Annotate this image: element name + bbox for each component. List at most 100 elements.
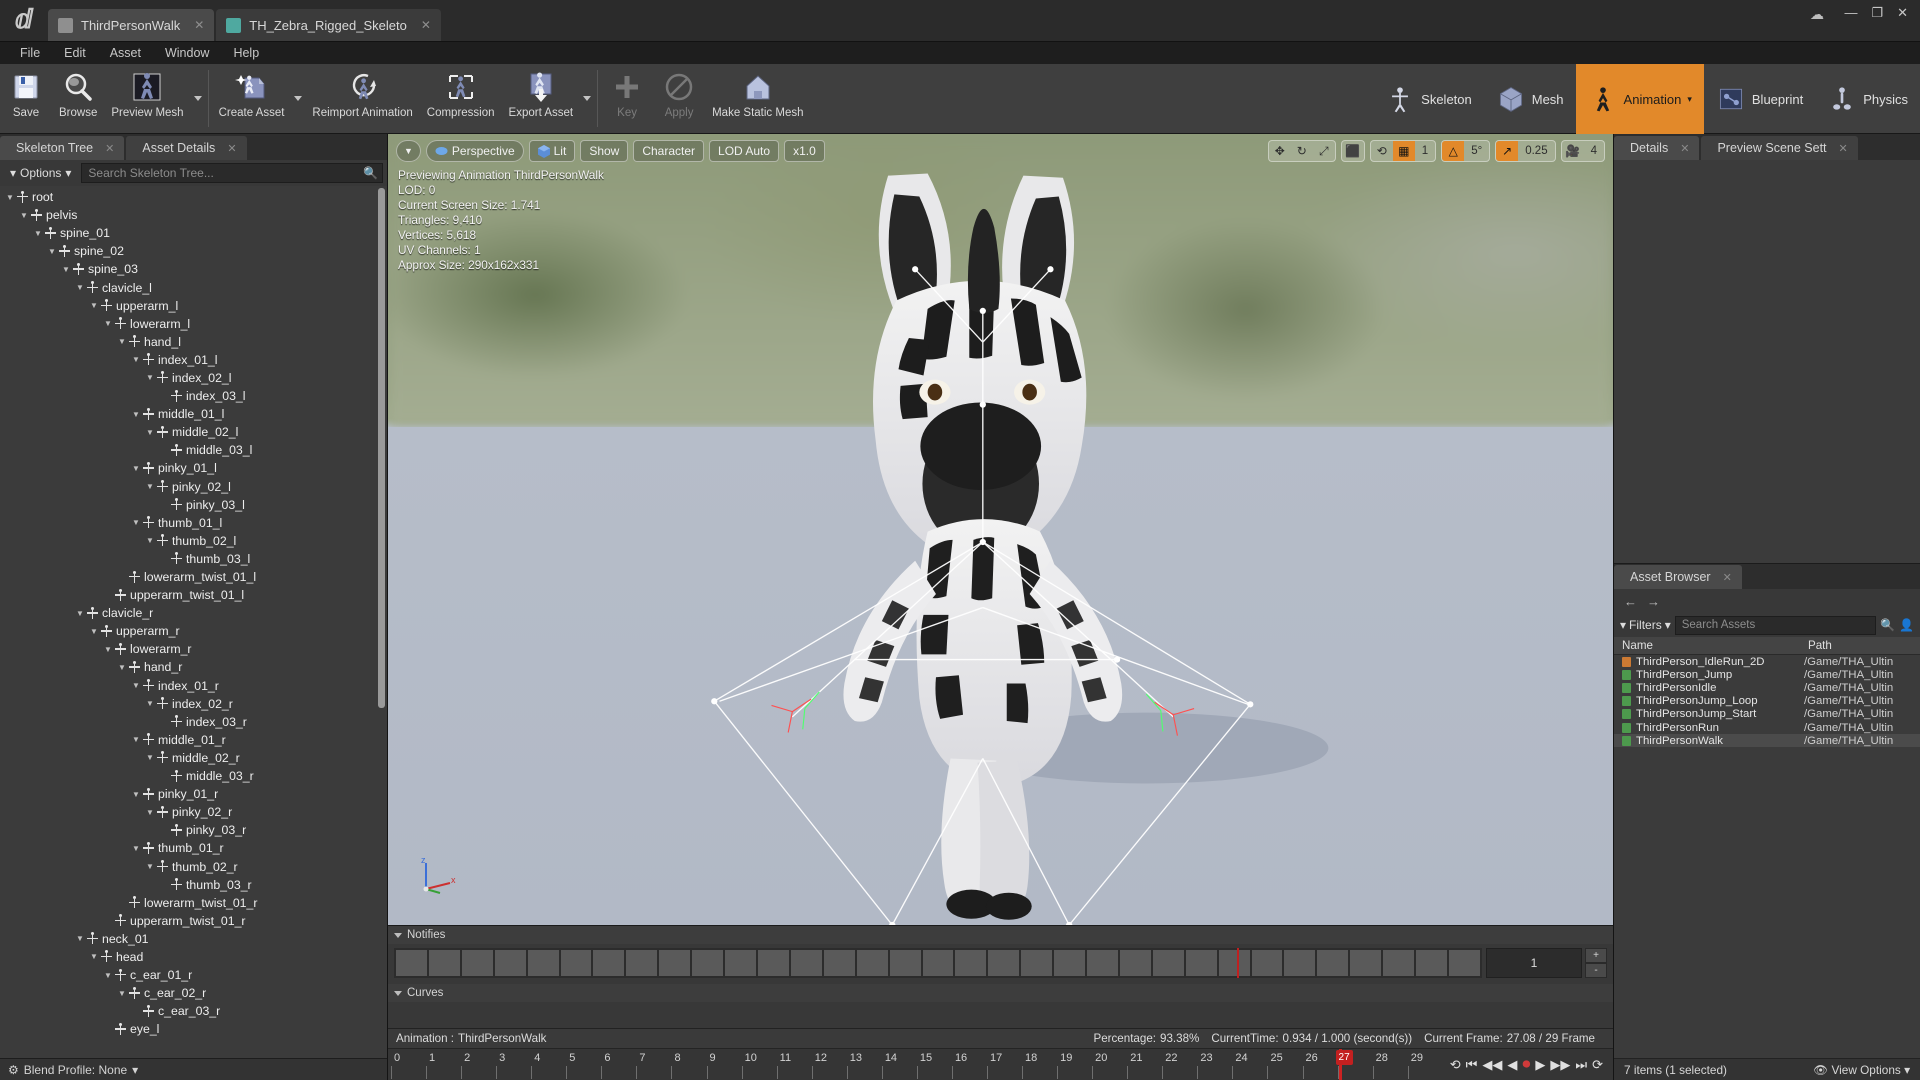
viewport-x1.0-button[interactable]: x1.0 [784,140,825,162]
chevron-down-icon[interactable] [191,64,205,133]
menu-file[interactable]: File [8,42,52,64]
curves-header[interactable]: Curves [388,984,1613,1002]
search-icon[interactable]: 🔍 [363,166,378,180]
asset-list-item[interactable]: ThirdPersonJump_Start/Game/THA_Ultin [1614,708,1920,721]
expand-triangle-icon[interactable]: ▼ [132,518,142,527]
preview-viewport[interactable]: ▼ Perspective Lit Show Character LOD Auto x1.0… [388,134,1613,925]
expand-triangle-icon[interactable]: ▼ [90,301,100,310]
notify-track-cell[interactable] [1383,950,1415,976]
notify-track[interactable] [394,948,1482,978]
grid-size-value[interactable]: 1 [1415,141,1435,161]
tab-preview-scene-sett[interactable]: Preview Scene Sett ✕ [1701,136,1858,160]
mode-blueprint[interactable]: Blueprint [1704,64,1815,134]
skip-to-end-button[interactable]: ⏭ [1575,1057,1587,1073]
chevron-down-icon[interactable] [580,64,594,133]
notify-track-cell[interactable] [1284,950,1316,976]
notify-track-cell[interactable] [1152,950,1184,976]
expand-triangle-icon[interactable]: ▼ [146,373,156,382]
notify-track-cell[interactable] [626,950,658,976]
mode-animation[interactable]: Animation ▾ [1575,64,1704,134]
column-header-path[interactable]: Path [1804,639,1920,652]
notify-track-cell[interactable] [757,950,789,976]
chevron-down-icon[interactable]: ▾ [1687,94,1692,105]
blend-profile-bar[interactable]: ⚙ Blend Profile: None ▾ [0,1058,387,1080]
bone-row[interactable]: ▼ pinky_02_l [0,478,387,496]
notify-track-cell[interactable] [889,950,921,976]
camera-speed-icon[interactable]: 🎥 [1562,141,1584,161]
rotation-snap-value[interactable]: 5° [1464,141,1489,161]
expand-triangle-icon[interactable]: ▼ [76,934,86,943]
bone-row[interactable]: ▼ head [0,948,387,966]
expand-triangle-icon[interactable]: ▼ [132,844,142,853]
notify-remove-button[interactable]: - [1585,963,1607,978]
bone-row[interactable]: ▼ upperarm_twist_01_r [0,912,387,930]
user-icon[interactable]: 👤 [1899,618,1914,632]
world-space-icon[interactable]: ⬛ [1342,141,1364,161]
notify-track-cell[interactable] [922,950,954,976]
expand-triangle-icon[interactable]: ▼ [6,193,16,202]
notify-track-cell[interactable] [1054,950,1086,976]
viewport-show-button[interactable]: Show [580,140,629,162]
expand-triangle-icon[interactable]: ▼ [132,681,142,690]
close-icon[interactable]: ✕ [1839,142,1848,155]
step-backward-button[interactable]: ◀◀ [1482,1057,1502,1073]
bone-row[interactable]: ▼ spine_02 [0,242,387,260]
play-button[interactable]: ▶ [1535,1057,1545,1073]
bone-row[interactable]: ▼ index_03_l [0,387,387,405]
rotation-snap-icon[interactable]: △ [1442,141,1465,161]
skeleton-tree[interactable]: ▼ root ▼ pelvis ▼ spine_01 ▼ spine_02 ▼ spine_03 ▼… [0,186,387,1058]
expand-triangle-icon[interactable]: ▼ [146,862,156,871]
expand-triangle-icon[interactable]: ▼ [118,989,128,998]
notify-track-cell[interactable] [856,950,888,976]
toolbar-make-static-mesh-button[interactable]: Make Static Mesh [705,64,810,133]
mode-mesh[interactable]: Mesh [1484,64,1576,134]
notify-track-cell[interactable] [428,950,460,976]
bone-row[interactable]: ▼ thumb_02_r [0,857,387,875]
skeleton-tree-scrollbar[interactable] [378,188,385,708]
back-button[interactable]: ← [1624,594,1637,609]
bone-row[interactable]: ▼ lowerarm_r [0,640,387,658]
tab-skeleton-tree[interactable]: Skeleton Tree ✕ [0,136,125,160]
column-header-name[interactable]: Name [1614,639,1804,652]
notify-track-cell[interactable] [560,950,592,976]
timeline-ruler[interactable]: 0 1 2 3 4 5 6 7 8 9 10 11 12 13 14 15 16 17 18 19 20 21 22 23 24… [388,1048,1440,1080]
bone-row[interactable]: ▼ neck_01 [0,930,387,948]
scale-snap-value[interactable]: 0.25 [1518,141,1554,161]
notifies-header[interactable]: Notifies [388,926,1613,944]
expand-triangle-icon[interactable]: ▼ [104,645,114,654]
close-icon[interactable]: ✕ [227,142,236,155]
bone-row[interactable]: ▼ pinky_03_r [0,821,387,839]
menu-help[interactable]: Help [221,42,271,64]
loop-toggle-button[interactable]: ⟳ [1592,1057,1603,1073]
bone-row[interactable]: ▼ index_03_r [0,713,387,731]
camera-speed-value[interactable]: 4 [1584,141,1604,161]
notify-track-cell[interactable] [1185,950,1217,976]
expand-triangle-icon[interactable]: ▼ [146,482,156,491]
bone-row[interactable]: ▼ c_ear_01_r [0,966,387,984]
bone-row[interactable]: ▼ lowerarm_twist_01_r [0,894,387,912]
step-forward-button[interactable]: ▶▶ [1550,1057,1570,1073]
bone-row[interactable]: ▼ thumb_03_r [0,876,387,894]
notify-track-cell[interactable] [1350,950,1382,976]
bone-row[interactable]: ▼ middle_01_l [0,405,387,423]
notify-track-cell[interactable] [494,950,526,976]
bone-row[interactable]: ▼ spine_01 [0,224,387,242]
menu-asset[interactable]: Asset [98,42,153,64]
bone-row[interactable]: ▼ index_01_r [0,677,387,695]
expand-triangle-icon[interactable]: ▼ [76,283,86,292]
expand-triangle-icon[interactable]: ▼ [90,952,100,961]
bone-row[interactable]: ▼ middle_03_l [0,441,387,459]
bone-row[interactable]: ▼ c_ear_02_r [0,984,387,1002]
expand-triangle-icon[interactable]: ▼ [132,790,142,799]
animation-timeline[interactable]: 0 1 2 3 4 5 6 7 8 9 10 11 12 13 14 15 16 17 18 19 20 21 22 23 24… [388,1048,1613,1080]
asset-list-item[interactable]: ThirdPersonWalk/Game/THA_Ultin [1614,734,1920,748]
bone-row[interactable]: ▼ index_01_l [0,351,387,369]
window-tab-1[interactable]: TH_Zebra_Rigged_Skeleto ✕ [216,9,441,41]
close-icon[interactable]: ✕ [1723,571,1732,584]
close-icon[interactable]: ✕ [421,18,431,32]
bone-row[interactable]: ▼ middle_03_r [0,767,387,785]
grid-snap-icon[interactable]: ▦ [1392,141,1415,161]
expand-triangle-icon[interactable]: ▼ [90,627,100,636]
expand-triangle-icon[interactable]: ▼ [62,265,72,274]
asset-list-item[interactable]: ThirdPerson_Jump/Game/THA_Ultin [1614,668,1920,681]
